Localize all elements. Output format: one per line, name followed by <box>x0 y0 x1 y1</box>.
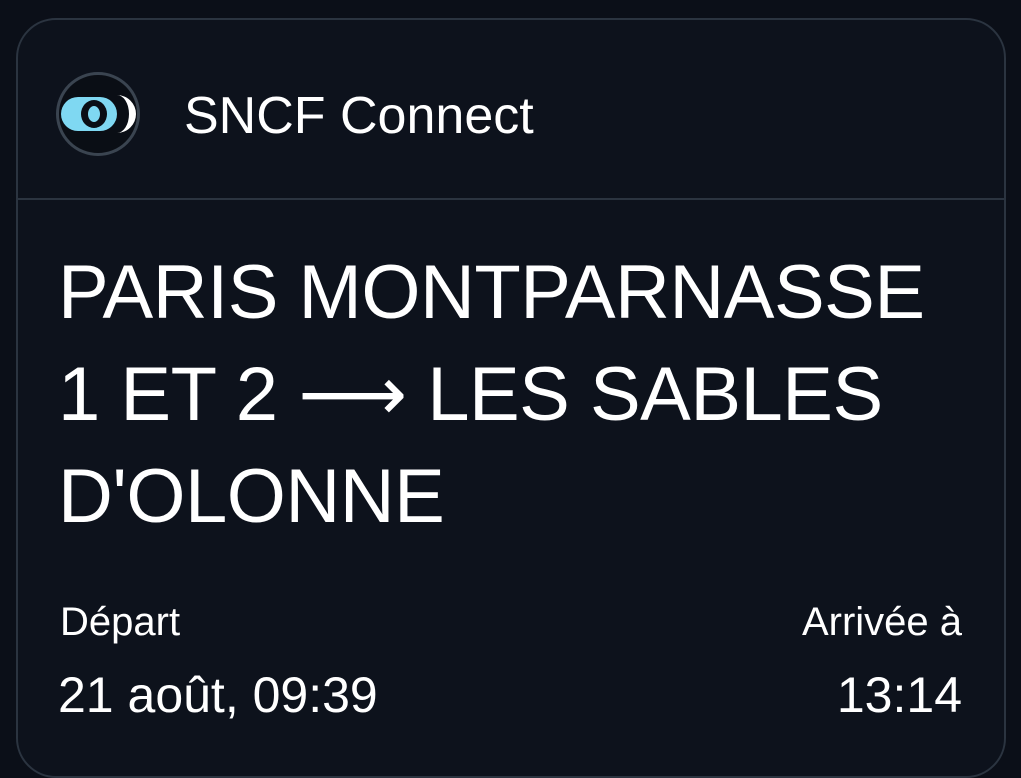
route-line-2: 1 ET 2 ⟶ LES SABLES <box>58 352 883 437</box>
arrival-time: 13:14 <box>836 667 962 723</box>
departure-time: 21 août, 09:39 <box>58 667 378 723</box>
sncf-connect-logo-icon <box>56 72 140 156</box>
route-line-1: PARIS MONTPARNASSE <box>58 250 925 335</box>
route-line-3: D'OLONNE <box>58 454 445 539</box>
route-title: PARIS MONTPARNASSE 1 ET 2 ⟶ LES SABLES D… <box>58 242 958 548</box>
card-header: SNCF Connect <box>18 20 1004 200</box>
arrival-label: Arrivée à <box>801 600 962 644</box>
trip-notification-card[interactable]: SNCF Connect PARIS MONTPARNASSE 1 ET 2 ⟶… <box>16 18 1006 778</box>
app-name: SNCF Connect <box>184 87 534 145</box>
departure-label: Départ <box>60 600 181 644</box>
